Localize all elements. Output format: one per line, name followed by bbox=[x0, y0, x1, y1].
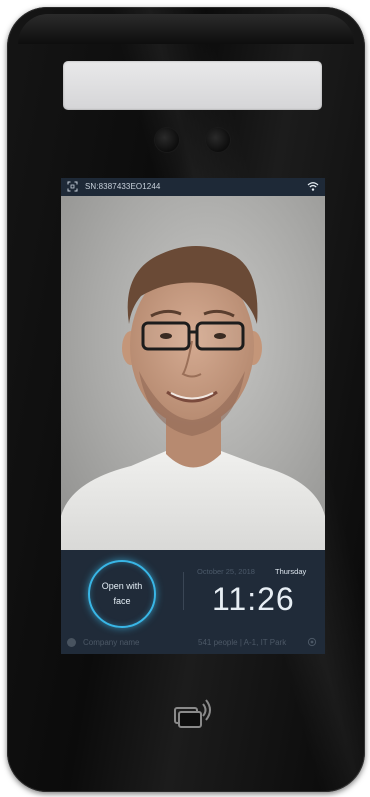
face-button-label-line1: Open with bbox=[101, 581, 143, 591]
device-screen: SN:8387433EO1244 Open with face October … bbox=[61, 178, 325, 654]
company-name: Company name bbox=[83, 638, 140, 647]
panel-divider bbox=[183, 572, 184, 610]
camera-lens-right bbox=[206, 128, 230, 152]
settings-icon[interactable] bbox=[307, 637, 317, 647]
camera-lens-left bbox=[155, 128, 179, 152]
serial-number: SN:8387433EO1244 bbox=[85, 182, 161, 191]
face-portrait-image bbox=[61, 246, 325, 550]
wifi-icon bbox=[307, 182, 319, 191]
sensor-window bbox=[63, 61, 322, 110]
info-panel: Open with face October 25, 2018 Thursday… bbox=[61, 550, 325, 654]
location-info: 541 people | A-1, IT Park bbox=[198, 638, 287, 647]
weekday-text: Thursday bbox=[275, 567, 307, 576]
open-with-face-button[interactable]: Open with face bbox=[88, 560, 156, 628]
face-button-label-line2: face bbox=[113, 596, 131, 606]
date-text: October 25, 2018 bbox=[197, 567, 255, 576]
camera-preview bbox=[61, 196, 325, 550]
company-icon bbox=[67, 638, 76, 647]
nfc-card-reader-icon bbox=[174, 699, 211, 728]
scan-icon bbox=[67, 181, 78, 192]
clock-time: 11:26 bbox=[212, 581, 295, 617]
device-top-bevel bbox=[18, 14, 354, 44]
status-bar: SN:8387433EO1244 bbox=[61, 178, 325, 196]
